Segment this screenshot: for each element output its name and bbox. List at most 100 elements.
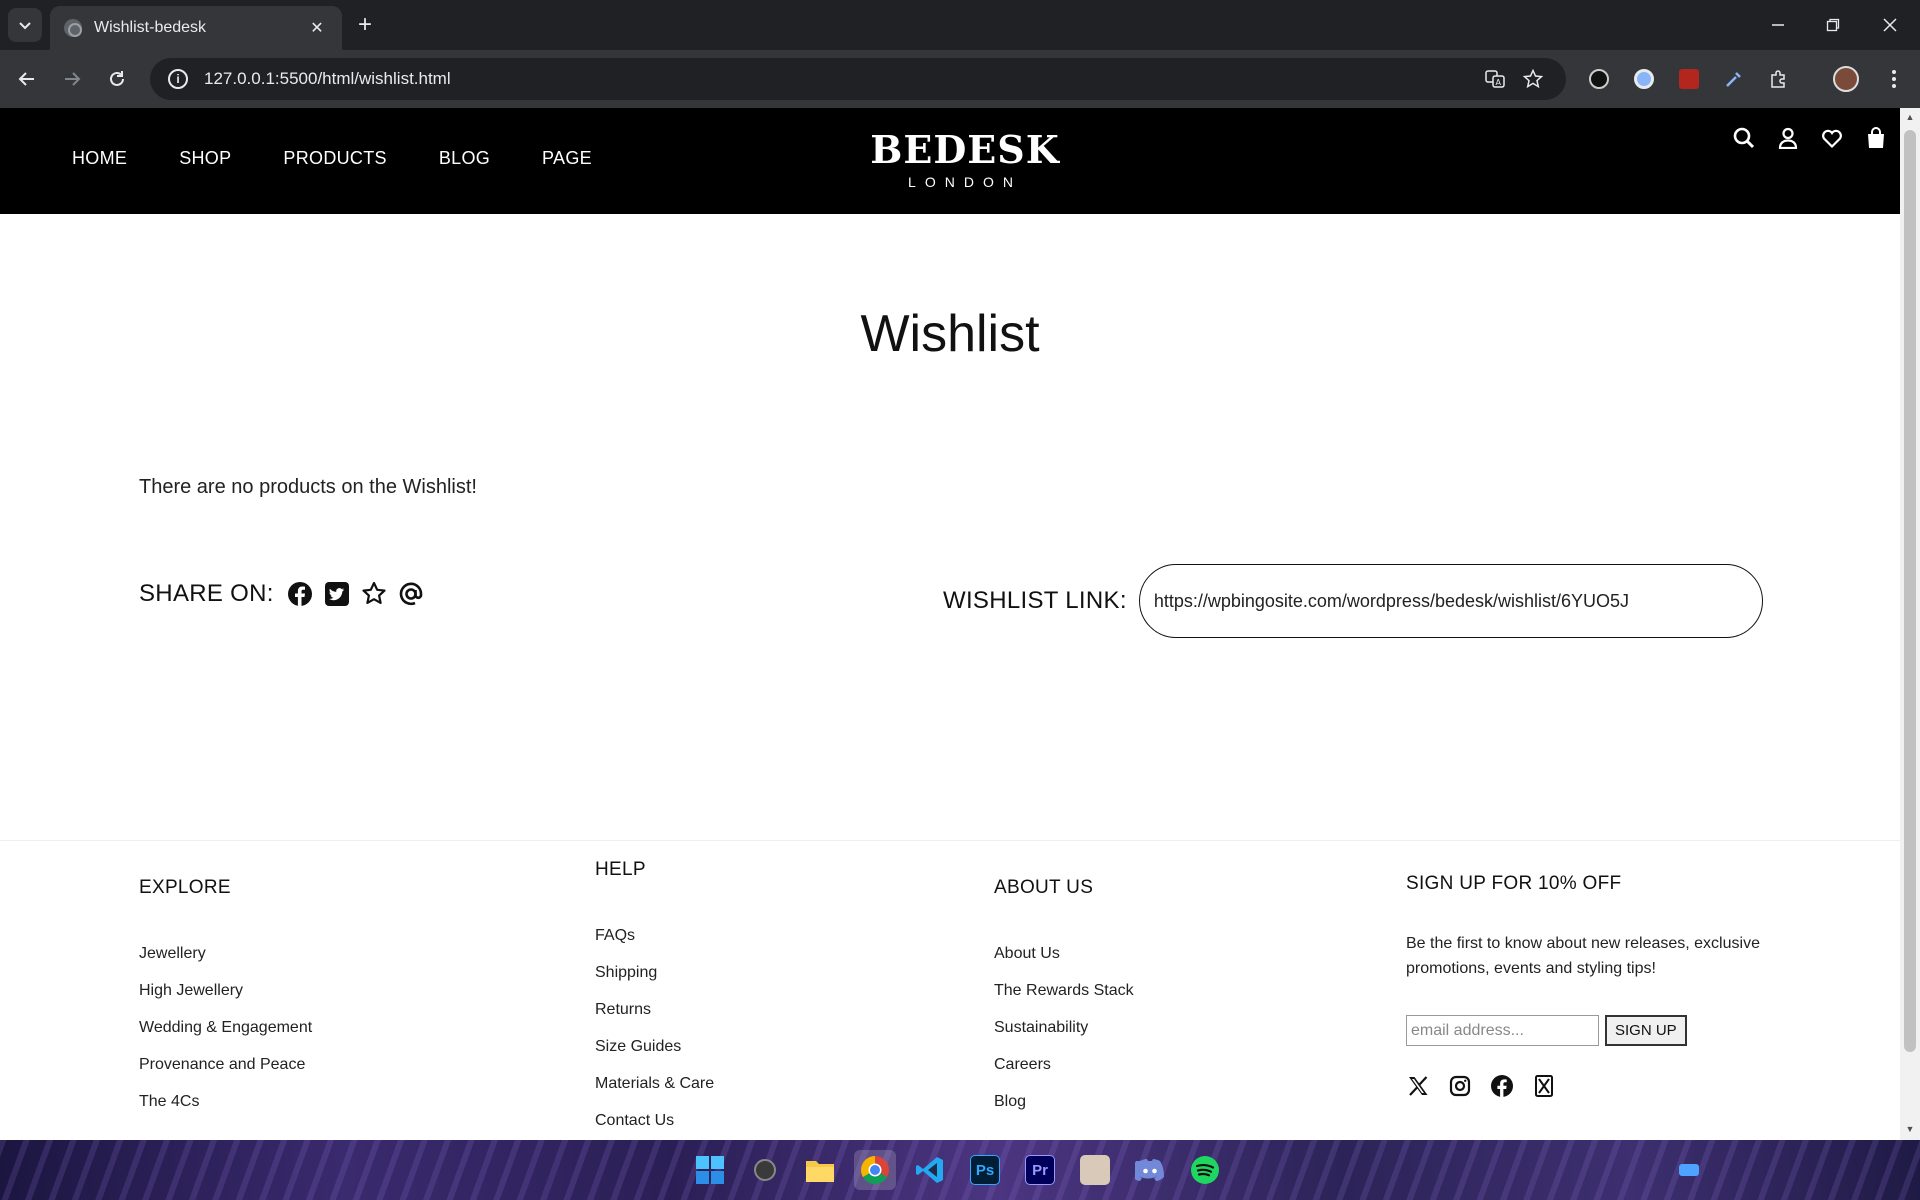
taskbar-file-explorer[interactable] (799, 1150, 841, 1190)
footer-link-careers[interactable]: Careers (994, 1046, 1134, 1083)
taskbar-game[interactable] (1074, 1150, 1116, 1190)
site-footer: EXPLORE Jewellery High Jewellery Wedding… (0, 840, 1900, 1140)
taskbar-tray-app[interactable] (1668, 1150, 1710, 1190)
header-icons (1732, 126, 1888, 150)
close-icon (1883, 18, 1897, 32)
share-label: SHARE ON: (139, 580, 274, 607)
nav-shop[interactable]: SHOP (179, 148, 231, 169)
taskbar-spotify[interactable] (1184, 1150, 1226, 1190)
browser-tab-active[interactable]: Wishlist-bedesk ✕ (50, 6, 342, 50)
scroll-down-icon[interactable]: ▼ (1904, 1124, 1916, 1136)
taskbar-vscode[interactable] (909, 1150, 951, 1190)
email-field[interactable] (1406, 1015, 1599, 1046)
site-info-icon[interactable]: i (168, 69, 188, 89)
shopping-bag-icon[interactable] (1864, 126, 1888, 150)
empty-wishlist-message: There are no products on the Wishlist! (139, 476, 477, 498)
translate-icon[interactable]: A (1480, 64, 1510, 94)
footer-about: ABOUT US About Us The Rewards Stack Sust… (994, 877, 1134, 1120)
footer-link-size-guides[interactable]: Size Guides (595, 1028, 714, 1065)
nav-page[interactable]: PAGE (542, 148, 592, 169)
eyedropper-icon[interactable] (1720, 65, 1748, 93)
taskbar-chrome[interactable] (854, 1150, 896, 1190)
search-icon[interactable] (1732, 126, 1756, 150)
minimize-button[interactable] (1756, 8, 1800, 42)
close-window-button[interactable] (1868, 8, 1912, 42)
scroll-thumb[interactable] (1904, 130, 1916, 1052)
heart-icon[interactable] (1820, 126, 1844, 150)
footer-explore: EXPLORE Jewellery High Jewellery Wedding… (139, 877, 312, 1120)
footer-link-blog[interactable]: Blog (994, 1083, 1134, 1120)
extension-1-icon[interactable] (1585, 65, 1613, 93)
bookmark-star-icon[interactable] (1518, 64, 1548, 94)
footer-link-shipping[interactable]: Shipping (595, 954, 714, 991)
photoshop-icon: Ps (970, 1155, 1000, 1185)
footer-link-materials-care[interactable]: Materials & Care (595, 1065, 714, 1102)
globe-icon (64, 19, 82, 37)
footer-explore-title: EXPLORE (139, 877, 231, 898)
tab-close-icon[interactable]: ✕ (306, 17, 328, 39)
footer-link-4cs[interactable]: The 4Cs (139, 1083, 312, 1120)
account-icon[interactable] (1776, 126, 1800, 150)
taskbar-search-button[interactable] (744, 1150, 786, 1190)
footer-link-jewellery[interactable]: Jewellery (139, 935, 312, 972)
site-logo[interactable]: BEDESK LONDON (870, 128, 1060, 191)
back-button[interactable] (10, 62, 44, 96)
footer-signup-text: Be the first to know about new releases,… (1406, 935, 1760, 977)
site-header: HOME SHOP PRODUCTS BLOG PAGE BEDESK LOND… (0, 108, 1900, 214)
taskbar-photoshop[interactable]: Ps (964, 1150, 1006, 1190)
tray-icon (1679, 1164, 1699, 1176)
game-app-icon (1080, 1155, 1110, 1185)
star-icon[interactable] (360, 580, 388, 608)
premiere-icon: Pr (1025, 1155, 1055, 1185)
footer-link-faqs[interactable]: FAQs (595, 917, 714, 954)
restore-icon (1826, 18, 1840, 32)
footer-social-icons (1406, 1074, 1766, 1098)
nav-blog[interactable]: BLOG (439, 148, 490, 169)
instagram-icon[interactable] (1448, 1074, 1472, 1098)
footer-link-high-jewellery[interactable]: High Jewellery (139, 972, 312, 1009)
footer-link-rewards-stack[interactable]: The Rewards Stack (994, 972, 1134, 1009)
chrome-icon (861, 1156, 889, 1184)
facebook-icon[interactable] (1490, 1074, 1514, 1098)
footer-link-returns[interactable]: Returns (595, 991, 714, 1028)
page-scrollbar[interactable]: ▲ ▼ (1900, 108, 1920, 1140)
facebook-icon[interactable] (286, 580, 314, 608)
reload-button[interactable] (100, 62, 134, 96)
footer-link-wedding-engagement[interactable]: Wedding & Engagement (139, 1009, 312, 1046)
footer-link-contact-us[interactable]: Contact Us (595, 1102, 714, 1139)
x-square-icon[interactable] (1532, 1074, 1556, 1098)
share-section: SHARE ON: (139, 580, 434, 608)
extension-red-icon[interactable] (1675, 65, 1703, 93)
extension-lens-icon[interactable] (1630, 65, 1658, 93)
logo-subtitle: LONDON (908, 174, 1022, 190)
forward-button[interactable] (55, 62, 89, 96)
address-bar[interactable]: i 127.0.0.1:5500/html/wishlist.html A (150, 58, 1566, 100)
windows-start-button[interactable] (689, 1150, 731, 1190)
tab-search-button[interactable] (8, 8, 42, 42)
twitter-square-icon[interactable] (323, 580, 351, 608)
footer-about-title: ABOUT US (994, 877, 1094, 898)
scroll-up-icon[interactable]: ▲ (1904, 112, 1916, 124)
address-url: 127.0.0.1:5500/html/wishlist.html (204, 69, 451, 88)
browser-tab-strip: Wishlist-bedesk ✕ + (0, 0, 1920, 50)
arrow-right-icon (65, 72, 81, 86)
wishlist-link-section: WISHLIST LINK: (943, 564, 1763, 638)
taskbar-premiere[interactable]: Pr (1019, 1150, 1061, 1190)
restore-button[interactable] (1811, 8, 1855, 42)
footer-link-sustainability[interactable]: Sustainability (994, 1009, 1134, 1046)
browser-menu-icon[interactable] (1880, 65, 1908, 93)
svg-text:A: A (1496, 78, 1502, 87)
email-at-icon[interactable] (397, 580, 425, 608)
nav-products[interactable]: PRODUCTS (283, 148, 386, 169)
sign-up-button[interactable]: SIGN UP (1605, 1015, 1687, 1046)
page-title: Wishlist (860, 305, 1040, 363)
wishlist-link-input[interactable] (1138, 564, 1763, 638)
x-twitter-icon[interactable] (1406, 1074, 1430, 1098)
footer-link-provenance[interactable]: Provenance and Peace (139, 1046, 312, 1083)
footer-link-about-us[interactable]: About Us (994, 935, 1134, 972)
puzzle-extensions-icon[interactable] (1765, 65, 1793, 93)
new-tab-button[interactable]: + (350, 10, 380, 40)
nav-home[interactable]: HOME (72, 148, 127, 169)
taskbar-discord[interactable] (1129, 1150, 1171, 1190)
profile-avatar[interactable] (1832, 65, 1860, 93)
